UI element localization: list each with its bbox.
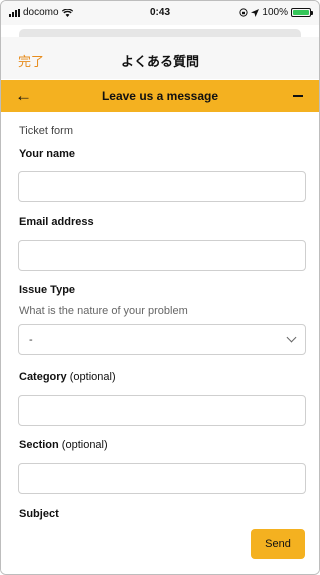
email-field[interactable] (18, 240, 306, 271)
rotation-lock-icon (239, 8, 249, 17)
battery-charging-icon (291, 8, 313, 17)
category-label: Category (optional) (19, 371, 116, 383)
modal-header: 完了 よくある質問 (1, 37, 319, 79)
form-footer: Send (1, 522, 319, 574)
category-optional-text: (optional) (69, 371, 116, 383)
email-label: Email address (19, 216, 94, 228)
issue-type-label: Issue Type (19, 284, 76, 296)
page-title: よくある質問 (120, 54, 199, 69)
section-field[interactable] (18, 463, 306, 494)
battery-percent: 100% (262, 7, 288, 18)
sheet-backdrop (19, 29, 301, 37)
category-field[interactable] (18, 395, 306, 426)
app-frame: docomo 0:43 100% 完了 よくある質問 ← Leave us a … (0, 0, 320, 575)
widget-header-bar: ← Leave us a message (1, 80, 319, 112)
location-icon (251, 8, 260, 17)
name-label: Your name (19, 148, 76, 160)
category-label-text: Category (19, 371, 67, 383)
widget-title: Leave us a message (101, 89, 219, 103)
send-button[interactable]: Send (251, 529, 305, 559)
name-field[interactable] (18, 171, 306, 202)
issue-type-hint: What is the nature of your problem (19, 305, 188, 317)
section-label-text: Section (19, 439, 59, 451)
chevron-down-icon (286, 332, 297, 343)
issue-type-select[interactable]: - (18, 324, 306, 355)
subject-label: Subject (19, 508, 59, 520)
battery-level (293, 10, 309, 15)
ticket-form: Ticket form Your name Email address Issu… (1, 112, 319, 522)
minus-icon[interactable] (293, 95, 303, 97)
form-heading: Ticket form (19, 125, 73, 137)
issue-type-value: - (29, 333, 33, 346)
section-label: Section (optional) (19, 439, 108, 451)
status-right: 100% (239, 7, 313, 18)
status-bar: docomo 0:43 100% (1, 1, 319, 25)
section-optional-text: (optional) (61, 439, 108, 451)
